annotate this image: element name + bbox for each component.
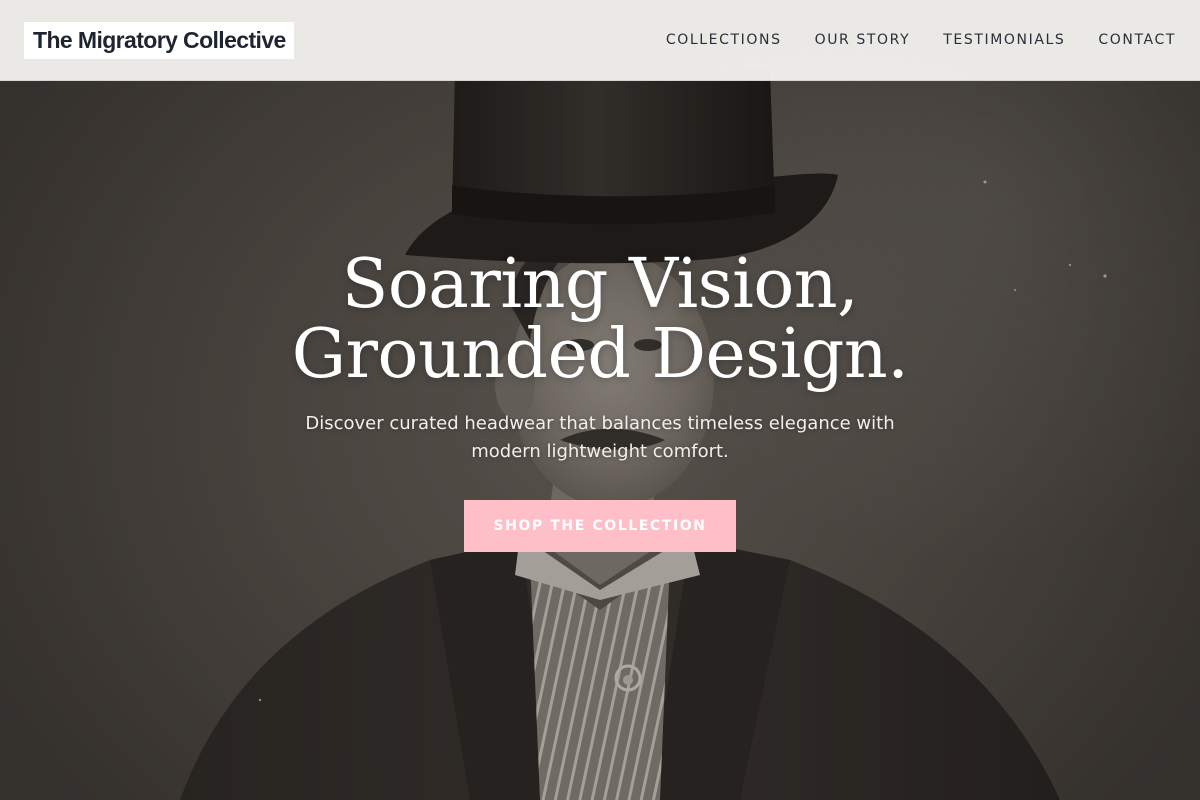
hero-headline-line-2: Grounded Design. [291, 315, 909, 394]
shop-collection-button[interactable]: SHOP THE COLLECTION [464, 500, 736, 552]
hero-subtitle: Discover curated headwear that balances … [305, 413, 895, 462]
landing-page: The Migratory Collective COLLECTIONS OUR… [0, 0, 1200, 800]
hero-headline: Soaring Vision, Grounded Design. [0, 250, 1200, 390]
site-header: The Migratory Collective COLLECTIONS OUR… [0, 0, 1200, 81]
brand-name: The Migratory Collective [33, 26, 286, 53]
nav-link-testimonials[interactable]: TESTIMONIALS [943, 32, 1065, 48]
main-nav: COLLECTIONS OUR STORY TESTIMONIALS CONTA… [666, 32, 1176, 48]
nav-link-collections[interactable]: COLLECTIONS [666, 32, 782, 48]
hero-headline-line-1: Soaring Vision, [341, 245, 859, 324]
brand-logo[interactable]: The Migratory Collective [24, 21, 294, 59]
nav-link-contact[interactable]: CONTACT [1098, 32, 1176, 48]
hero-content: Soaring Vision, Grounded Design. Discove… [0, 250, 1200, 552]
nav-link-our-story[interactable]: OUR STORY [815, 32, 911, 48]
